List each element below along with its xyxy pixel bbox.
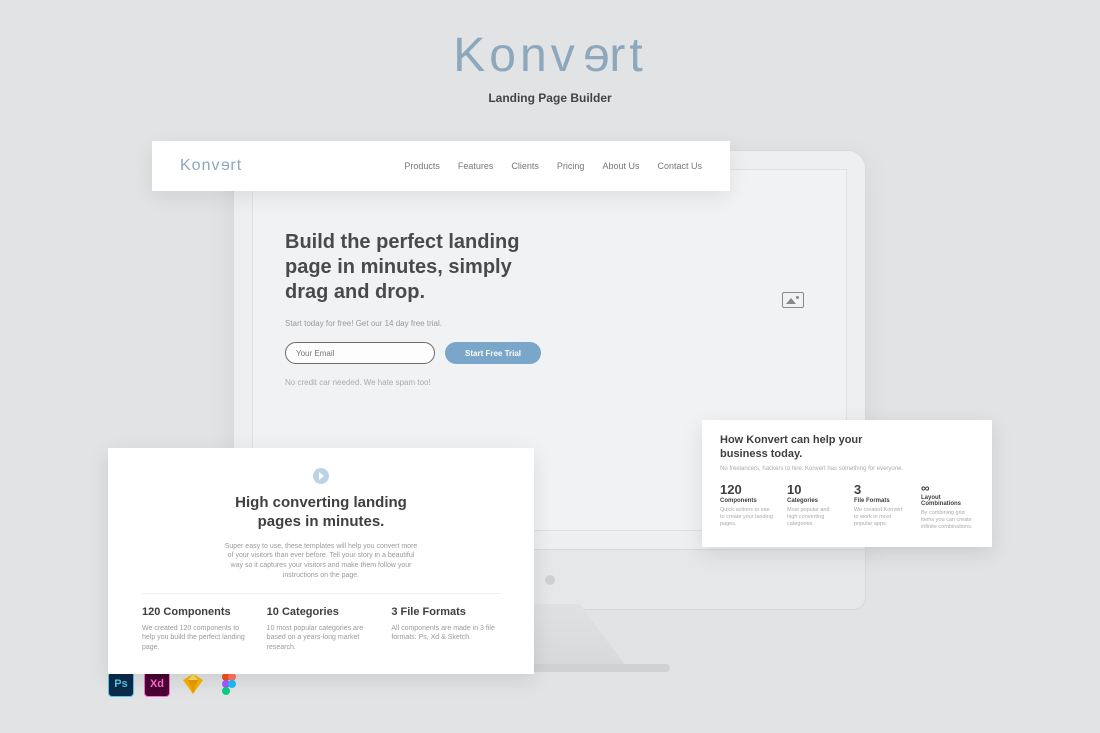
hero-nav-card: Konvert Products Features Clients Pricin… — [152, 141, 730, 191]
stats-number: 3 — [854, 482, 907, 497]
feature-col-title: 3 File Formats — [391, 606, 500, 618]
feature-col-formats: 3 File Formats All components are made i… — [391, 606, 500, 652]
stats-subtext: No freelancers, hackers to hire. Konvert… — [720, 466, 974, 472]
hero-note: No credit car needed. We hate spam too! — [285, 378, 814, 387]
hero-content: Build the perfect landing page in minute… — [285, 230, 814, 387]
brand-logo-large: Konvert — [0, 28, 1100, 83]
feature-col-desc: We created 120 components to help you bu… — [142, 624, 251, 652]
stats-label: Components — [720, 498, 773, 504]
sketch-icon — [180, 671, 206, 697]
adobexd-icon: Xd — [144, 671, 170, 697]
start-trial-button[interactable]: Start Free Trial — [445, 342, 541, 364]
email-input[interactable] — [285, 342, 435, 364]
feature-description: Super easy to use, these templates will … — [221, 542, 421, 581]
feature-col-desc: All components are made in 3 file format… — [391, 624, 500, 643]
nav-link-about[interactable]: About Us — [602, 161, 639, 171]
stats-desc: Quick actions to use to create your land… — [720, 507, 773, 528]
stats-col-formats: 3 File Formats We created Konvert to wor… — [854, 482, 907, 531]
stats-columns: 120 Components Quick actions to use to c… — [720, 482, 974, 531]
photoshop-icon: Ps — [108, 671, 134, 697]
feature-col-title: 10 Categories — [267, 606, 376, 618]
brand-subtitle: Landing Page Builder — [0, 91, 1100, 105]
nav-logo: Konvert — [180, 157, 242, 175]
stats-col-layouts: ∞ Layout Combinations By combining grid … — [921, 482, 974, 531]
stats-number: 120 — [720, 482, 773, 497]
hero-nav: Konvert Products Features Clients Pricin… — [152, 141, 730, 191]
stats-number: 10 — [787, 482, 840, 497]
stats-title: How Konvert can help your business today… — [720, 434, 870, 462]
feature-col-title: 120 Components — [142, 606, 251, 618]
hero-form: Start Free Trial — [285, 342, 814, 364]
brand-header: Konvert Landing Page Builder — [0, 0, 1100, 105]
feature-col-components: 120 Components We created 120 components… — [142, 606, 251, 652]
hero-headline: Build the perfect landing page in minute… — [285, 230, 545, 305]
feature-columns: 120 Components We created 120 components… — [142, 606, 500, 652]
feature-title: High converting landing pages in minutes… — [221, 494, 421, 532]
stats-desc: Most popular and high converting categor… — [787, 507, 840, 528]
feature-col-desc: 10 most popular categories are based on … — [267, 624, 376, 652]
app-icons-row: Ps Xd — [108, 671, 242, 697]
stats-desc: We created Konvert to work in most popul… — [854, 507, 907, 528]
stats-label: Layout Combinations — [921, 495, 974, 507]
stats-desc: By combining grid items you can create i… — [921, 510, 974, 531]
nav-link-products[interactable]: Products — [404, 161, 440, 171]
nav-link-clients[interactable]: Clients — [511, 161, 539, 171]
nav-link-features[interactable]: Features — [458, 161, 494, 171]
infinity-icon: ∞ — [921, 482, 974, 494]
play-icon[interactable] — [313, 468, 329, 484]
stats-col-components: 120 Components Quick actions to use to c… — [720, 482, 773, 531]
feature-card: High converting landing pages in minutes… — [108, 448, 534, 674]
stats-col-categories: 10 Categories Most popular and high conv… — [787, 482, 840, 531]
stats-card: How Konvert can help your business today… — [702, 420, 992, 547]
feature-divider — [142, 593, 500, 594]
nav-link-pricing[interactable]: Pricing — [557, 161, 585, 171]
stats-label: Categories — [787, 498, 840, 504]
hero-subtext: Start today for free! Get our 14 day fre… — [285, 319, 814, 328]
figma-icon — [216, 671, 242, 697]
nav-link-contact[interactable]: Contact Us — [657, 161, 702, 171]
nav-links: Products Features Clients Pricing About … — [404, 161, 702, 171]
feature-col-categories: 10 Categories 10 most popular categories… — [267, 606, 376, 652]
image-placeholder-icon — [782, 292, 804, 308]
stats-label: File Formats — [854, 498, 907, 504]
